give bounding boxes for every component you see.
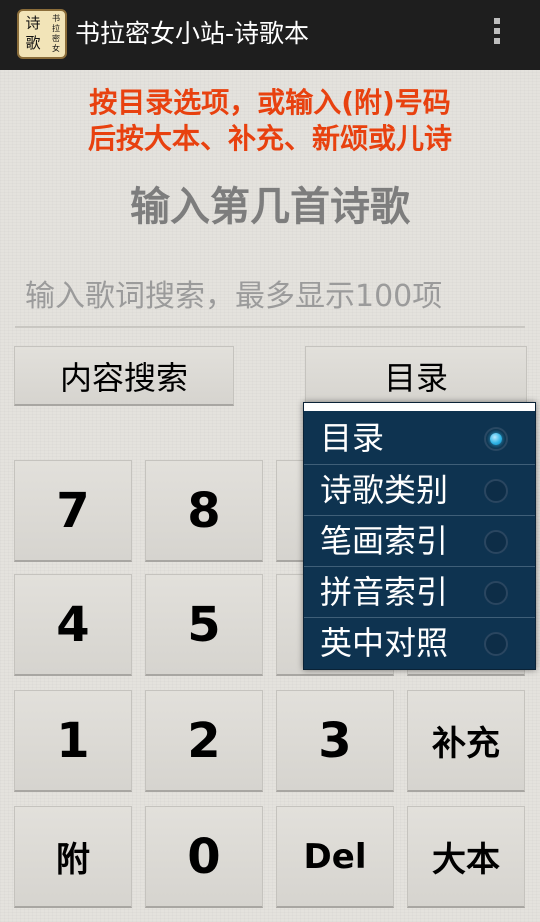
action-bar: 诗歌 书拉密女 书拉密女小站-诗歌本 xyxy=(0,0,540,70)
big-book-button[interactable]: 大本 xyxy=(407,806,525,908)
radio-icon xyxy=(484,632,508,656)
option-label: 诗歌类别 xyxy=(320,471,449,509)
dropdown-option-hymn-category[interactable]: 诗歌类别 xyxy=(304,464,535,515)
key-1[interactable]: 1 xyxy=(14,690,132,792)
option-label: 目录 xyxy=(320,419,385,457)
lyrics-search-input[interactable] xyxy=(15,266,525,328)
instruction-line-1: 按目录选项，或输入(附)号码 xyxy=(89,86,451,119)
hymn-number-prompt: 输入第几首诗歌 xyxy=(130,184,410,230)
option-label: 英中对照 xyxy=(320,624,449,662)
dropdown-option-english-chinese[interactable]: 英中对照 xyxy=(304,617,535,668)
radio-icon xyxy=(484,530,508,554)
key-7[interactable]: 7 xyxy=(14,460,132,562)
supplement-button[interactable]: 补充 xyxy=(407,690,525,792)
key-3[interactable]: 3 xyxy=(276,690,394,792)
option-label: 拼音索引 xyxy=(320,573,449,611)
content-search-button[interactable]: 内容搜索 xyxy=(14,346,234,406)
dropdown-top-strip xyxy=(304,403,535,411)
radio-icon xyxy=(484,479,508,503)
delete-button[interactable]: Del xyxy=(276,806,394,908)
dropdown-option-stroke-index[interactable]: 笔画索引 xyxy=(304,515,535,566)
key-0[interactable]: 0 xyxy=(145,806,263,908)
app-icon-text: 诗歌 xyxy=(25,14,41,52)
instruction-line-2: 后按大本、补充、新颂或儿诗 xyxy=(87,122,452,155)
dropdown-option-pinyin-index[interactable]: 拼音索引 xyxy=(304,566,535,617)
key-5[interactable]: 5 xyxy=(145,574,263,676)
app-icon-subtext: 书拉密女 xyxy=(52,14,60,53)
key-8[interactable]: 8 xyxy=(145,460,263,562)
radio-selected-icon xyxy=(484,427,508,451)
app-icon: 诗歌 书拉密女 xyxy=(17,9,67,59)
overflow-menu-icon[interactable] xyxy=(485,16,509,52)
key-2[interactable]: 2 xyxy=(145,690,263,792)
appendix-button[interactable]: 附 xyxy=(14,806,132,908)
radio-icon xyxy=(484,581,508,605)
option-label: 笔画索引 xyxy=(320,522,449,560)
catalog-dropdown: 目录 诗歌类别 笔画索引 拼音索引 英中对照 xyxy=(303,402,536,670)
catalog-button[interactable]: 目录 xyxy=(305,346,527,406)
key-4[interactable]: 4 xyxy=(14,574,132,676)
dropdown-option-catalog[interactable]: 目录 xyxy=(304,413,535,464)
app-title: 书拉密女小站-诗歌本 xyxy=(75,19,310,48)
